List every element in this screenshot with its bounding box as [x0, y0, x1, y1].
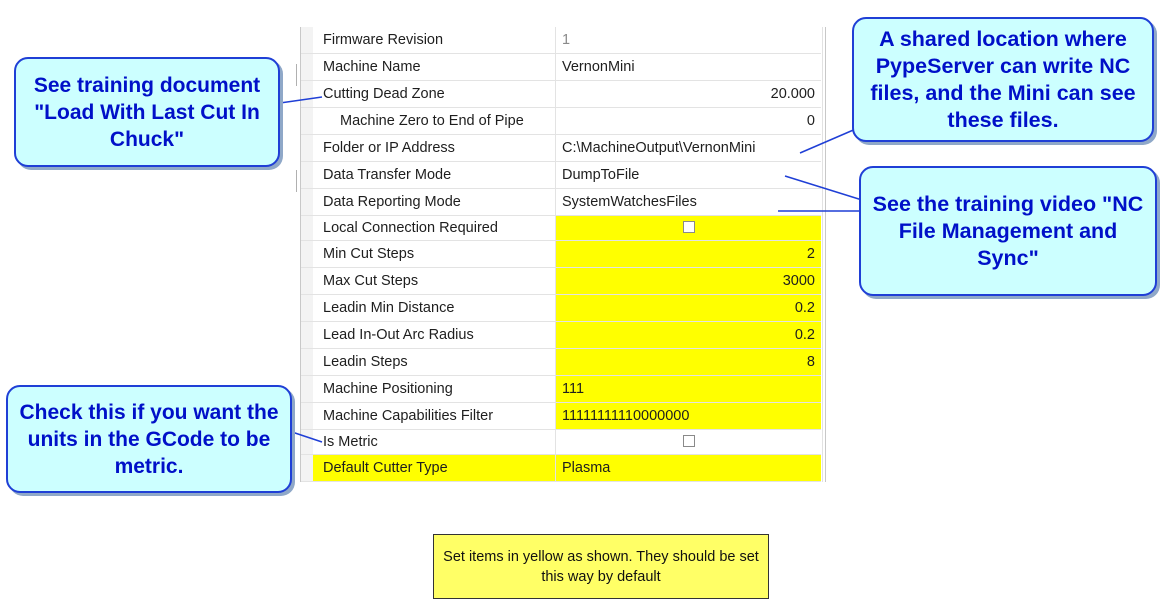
callout-is-metric: Check this if you want the units in the …	[6, 385, 292, 493]
callout-shared-location: A shared location where PypeServer can w…	[852, 17, 1154, 142]
yellow-items-note: Set items in yellow as shown. They shoul…	[433, 534, 769, 599]
callout-load-with-last-cut: See training document "Load With Last Cu…	[14, 57, 280, 167]
callout-nc-file-management: See the training video "NC File Manageme…	[859, 166, 1157, 296]
leader-is-metric	[291, 431, 323, 443]
leader-transfer-mode	[784, 175, 863, 201]
leader-shared-location	[799, 127, 859, 154]
leader-load-with-last-cut	[279, 96, 323, 104]
